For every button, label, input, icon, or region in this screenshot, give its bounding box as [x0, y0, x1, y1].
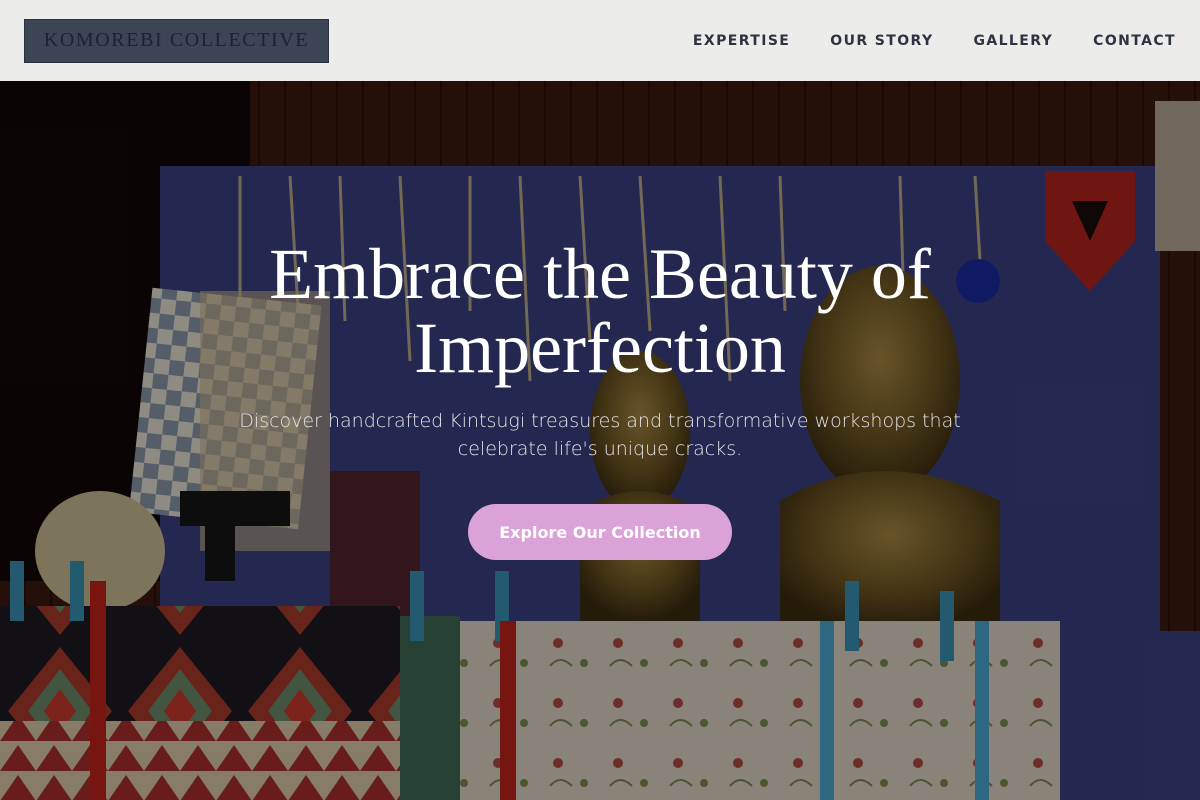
- explore-collection-button[interactable]: Explore Our Collection: [468, 504, 732, 560]
- hero-subtitle-line-2: celebrate life's unique cracks.: [457, 438, 743, 460]
- hero-title: Embrace the Beauty of Imperfection: [200, 237, 1000, 385]
- main-nav: EXPERTISE OUR STORY GALLERY CONTACT: [693, 33, 1176, 49]
- hero-title-line-1: Embrace the Beauty of: [269, 234, 931, 314]
- hero-content: Embrace the Beauty of Imperfection Disco…: [0, 81, 1200, 800]
- nav-link-expertise[interactable]: EXPERTISE: [693, 33, 790, 49]
- nav-link-contact[interactable]: CONTACT: [1093, 33, 1176, 49]
- brand-name: KOMOREBI COLLECTIVE: [43, 29, 310, 51]
- nav-link-gallery[interactable]: GALLERY: [973, 33, 1053, 49]
- hero-title-line-2: Imperfection: [414, 308, 786, 388]
- brand-logo[interactable]: KOMOREBI COLLECTIVE: [24, 18, 329, 63]
- hero-subtitle-line-1: Discover handcrafted Kintsugi treasures …: [239, 410, 961, 432]
- hero-section: Embrace the Beauty of Imperfection Disco…: [0, 81, 1200, 800]
- nav-link-our-story[interactable]: OUR STORY: [830, 33, 933, 49]
- hero-subtitle: Discover handcrafted Kintsugi treasures …: [190, 407, 1010, 463]
- site-header: KOMOREBI COLLECTIVE EXPERTISE OUR STORY …: [0, 0, 1200, 81]
